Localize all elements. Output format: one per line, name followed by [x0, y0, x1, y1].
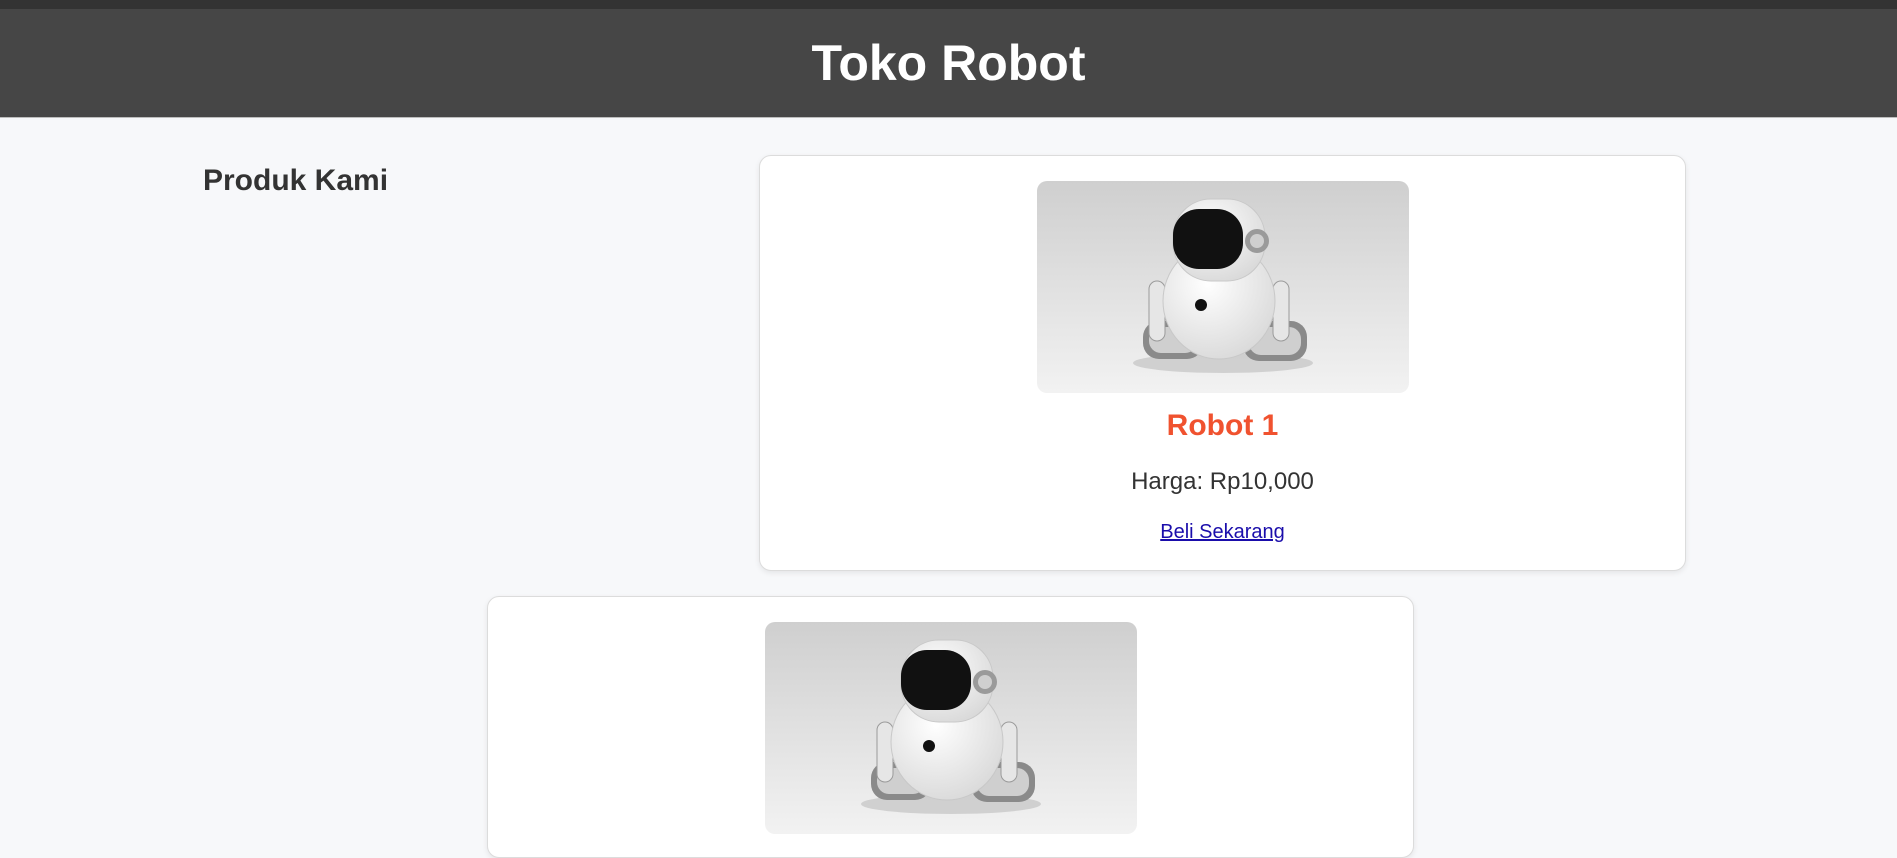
site-title: Toko Robot: [811, 35, 1086, 91]
product-image: [765, 622, 1137, 834]
product-name: Robot 1: [1166, 409, 1279, 442]
product-card: Robot 1 Harga: Rp10,000 Beli Sekarang: [759, 155, 1686, 571]
product-card: [487, 596, 1414, 858]
section-title: Produk Kami: [203, 164, 389, 197]
site-header: Toko Robot: [0, 9, 1897, 118]
robot-image: [765, 622, 1137, 834]
top-strip: [0, 0, 1897, 9]
robot-image: [1037, 181, 1409, 393]
buy-now-link[interactable]: Beli Sekarang: [760, 521, 1685, 544]
product-price: Harga: Rp10,000: [1131, 468, 1314, 495]
product-image: [1037, 181, 1409, 393]
